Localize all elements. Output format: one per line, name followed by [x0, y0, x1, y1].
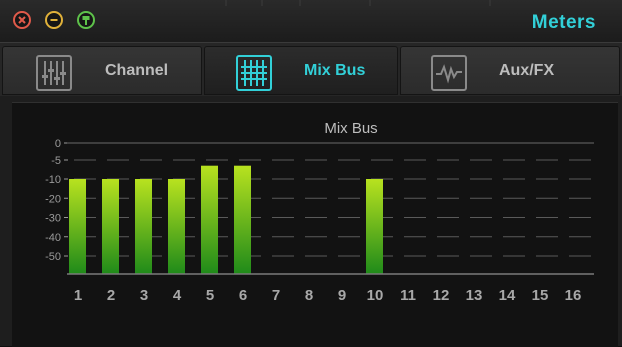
- close-icon: [18, 16, 26, 24]
- meter-bar-2: [102, 179, 119, 274]
- meters-area: Mix Bus 0 -5 -10 -20 -30 -40 -50 1 2 3 4 5 6 7 8 9 10 11 1…: [12, 102, 618, 347]
- y-tick-label: -20: [45, 193, 61, 205]
- channel-label: 2: [107, 287, 115, 304]
- channel-label: 11: [400, 287, 416, 304]
- y-tick-label: -5: [51, 155, 61, 167]
- channel-label: 3: [140, 287, 148, 304]
- minimize-icon: [50, 19, 58, 21]
- window-title: Meters: [531, 12, 596, 33]
- tab-channel-label: Channel: [105, 62, 169, 79]
- y-tick-label: -40: [45, 232, 61, 244]
- channel-label: 10: [367, 287, 384, 304]
- pin-icon: [82, 16, 90, 25]
- tab-bar: Channel Mix Bus Aux/FX: [0, 42, 622, 97]
- faders-icon: [36, 55, 72, 91]
- title-bar: Meters: [0, 0, 622, 42]
- channel-label: 1: [74, 287, 82, 304]
- meter-bar-4: [168, 179, 185, 274]
- channel-label: 13: [466, 287, 483, 304]
- pin-button[interactable]: [77, 11, 95, 29]
- waveform-icon: [431, 55, 467, 91]
- channel-label: 9: [338, 287, 346, 304]
- meter-bar-3: [135, 179, 152, 274]
- tab-aux-fx-label: Aux/FX: [499, 62, 555, 79]
- y-tick-label: 0: [55, 138, 61, 150]
- minimize-button[interactable]: [45, 11, 63, 29]
- mix-bus-meter-chart: Mix Bus 0-5-10-20-30-40-501 2 3 4 5 6 7 8 9 10 11 1…: [45, 120, 594, 304]
- tab-channel[interactable]: Channel: [2, 46, 202, 95]
- channel-label: 8: [305, 287, 313, 304]
- channel-label: 5: [206, 287, 214, 304]
- tab-mix-bus-label: Mix Bus: [304, 62, 366, 79]
- y-tick-label: -50: [45, 251, 61, 263]
- y-tick-label: -30: [45, 213, 61, 225]
- chart-title: Mix Bus: [324, 120, 377, 137]
- channel-label: 4: [173, 287, 182, 304]
- close-button[interactable]: [13, 11, 31, 29]
- meter-bar-10: [366, 179, 383, 274]
- channel-label: 14: [499, 287, 516, 304]
- meter-bar-5: [201, 165, 218, 274]
- channel-label: 16: [565, 287, 582, 304]
- tab-aux-fx[interactable]: Aux/FX: [400, 46, 620, 95]
- channel-label: 12: [433, 287, 450, 304]
- meter-bar-1: [69, 179, 86, 274]
- channel-label: 15: [532, 287, 549, 304]
- tab-mix-bus[interactable]: Mix Bus: [204, 46, 398, 95]
- channel-label: 6: [239, 287, 247, 304]
- meters-panel: Mix Bus 0 -5 -10 -20 -30 -40 -50 1 2 3 4 5 6 7 8 9 10 11 1…: [0, 96, 622, 347]
- mix-bus-grid-icon: [236, 55, 272, 91]
- meter-bar-6: [234, 165, 251, 274]
- channel-label: 7: [272, 287, 280, 304]
- y-tick-label: -10: [45, 174, 61, 186]
